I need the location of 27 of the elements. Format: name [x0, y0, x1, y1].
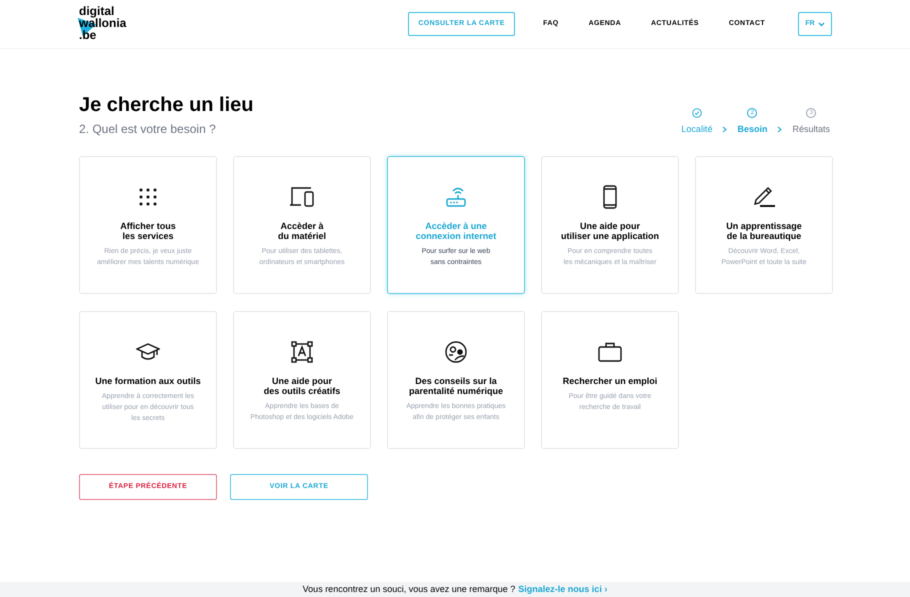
card-title: Un apprentissage de la bureautique [726, 221, 802, 241]
briefcase-icon [598, 342, 622, 362]
card-title: Accèder à du matériel [278, 221, 326, 241]
footer-text: Vous rencontrez un souci, vous avez une remarque ? [302, 582, 516, 596]
card-title: Accèder à une connexion internet [416, 221, 496, 241]
faces-circle-icon [445, 341, 467, 363]
card-title: Une aide pour utiliser une application [560, 221, 659, 241]
card-title: Une formation aux outils [95, 376, 201, 386]
card-title: Rechercher un emploi [562, 376, 658, 386]
page-subtitle: 2. Quel est votre besoin ? [79, 121, 217, 138]
pen-icon [752, 186, 776, 208]
logo-text: .be [79, 29, 96, 41]
card-title: Une aide pour des outils créatifs [264, 376, 340, 396]
card-title: Afficher tous les services [120, 221, 176, 241]
chevron-right-icon [722, 126, 728, 133]
logo-text: digital [79, 5, 114, 17]
devices-icon [289, 186, 315, 208]
graduation-cap-icon [136, 342, 160, 362]
grid-dots-icon [138, 187, 158, 207]
card-title: Des conseils sur la parentalité numérique [408, 376, 504, 396]
router-icon [445, 186, 467, 208]
step-label[interactable]: Résultats [792, 122, 830, 136]
page-title: Je cherche un lieu [79, 93, 255, 117]
smartphone-icon [603, 185, 617, 209]
chevron-down-icon [818, 22, 825, 26]
chevron-right-icon [777, 126, 782, 133]
text-frame-icon [291, 341, 313, 363]
